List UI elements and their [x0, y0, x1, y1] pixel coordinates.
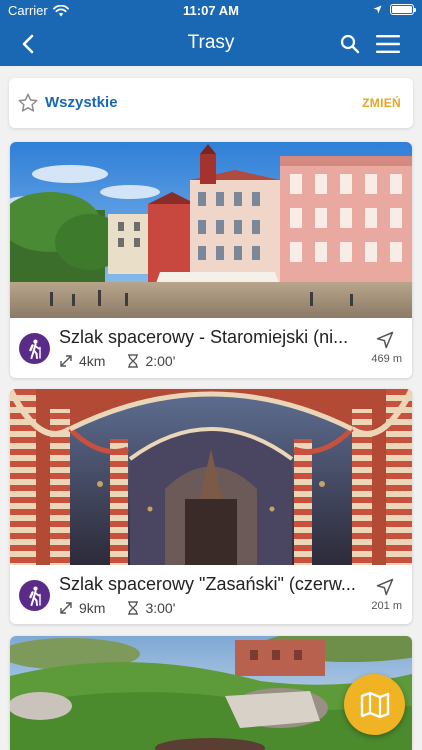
route-activity-badge	[19, 333, 50, 364]
navigation-arrow-icon[interactable]	[376, 578, 394, 596]
change-filter-link[interactable]: ZMIEŃ	[362, 96, 401, 110]
route-info: Szlak spacerowy "Zasański" (czerw... 9km…	[10, 565, 412, 624]
filter-label: Wszystkie	[45, 94, 118, 111]
status-right	[373, 4, 416, 15]
route-title: Szlak spacerowy - Staromiejski (ni...	[59, 327, 349, 347]
route-image-old-town	[10, 142, 412, 318]
route-activity-badge	[19, 580, 50, 611]
filter-card[interactable]: Wszystkie ZMIEŃ	[9, 78, 413, 128]
route-info: Szlak spacerowy - Staromiejski (ni... 4k…	[10, 318, 412, 378]
search-button[interactable]	[336, 30, 364, 58]
route-card[interactable]: Szlak spacerowy - Staromiejski (ni... 4k…	[10, 142, 412, 378]
route-image-basilica	[10, 389, 412, 565]
route-duration: 3:00'	[145, 600, 176, 616]
route-card[interactable]: Szlak spacerowy "Zasański" (czerw... 9km…	[10, 389, 412, 624]
hiking-person-icon	[28, 586, 41, 606]
route-proximity: 469 m	[371, 353, 402, 365]
distance-expand-icon	[59, 601, 73, 615]
status-time: 11:07 AM	[183, 3, 239, 18]
distance-expand-icon	[59, 354, 73, 368]
battery-icon	[390, 4, 416, 15]
route-meta: 9km 3:00'	[59, 599, 175, 617]
navigation-arrow-icon[interactable]	[376, 331, 394, 349]
nav-bar: Trasy	[0, 22, 422, 66]
search-icon	[340, 34, 360, 54]
hiking-person-icon	[28, 339, 41, 359]
route-duration: 2:00'	[145, 353, 176, 369]
app-header: Carrier 11:07 AM Trasy	[0, 0, 422, 66]
star-outline-icon[interactable]	[17, 92, 39, 114]
route-title: Szlak spacerowy "Zasański" (czerw...	[59, 574, 356, 594]
hamburger-menu-icon	[376, 35, 400, 53]
map-view-button[interactable]	[344, 674, 405, 735]
route-distance: 4km	[79, 353, 106, 369]
route-distance: 9km	[79, 600, 106, 616]
menu-button[interactable]	[373, 30, 403, 58]
route-meta: 4km 2:00'	[59, 352, 175, 370]
location-arrow-icon	[373, 5, 382, 14]
map-icon	[360, 691, 389, 718]
status-bar: Carrier 11:07 AM	[0, 0, 422, 22]
hourglass-icon	[127, 601, 139, 615]
route-proximity: 201 m	[371, 600, 402, 612]
battery-fill	[392, 6, 412, 13]
hourglass-icon	[127, 354, 139, 368]
